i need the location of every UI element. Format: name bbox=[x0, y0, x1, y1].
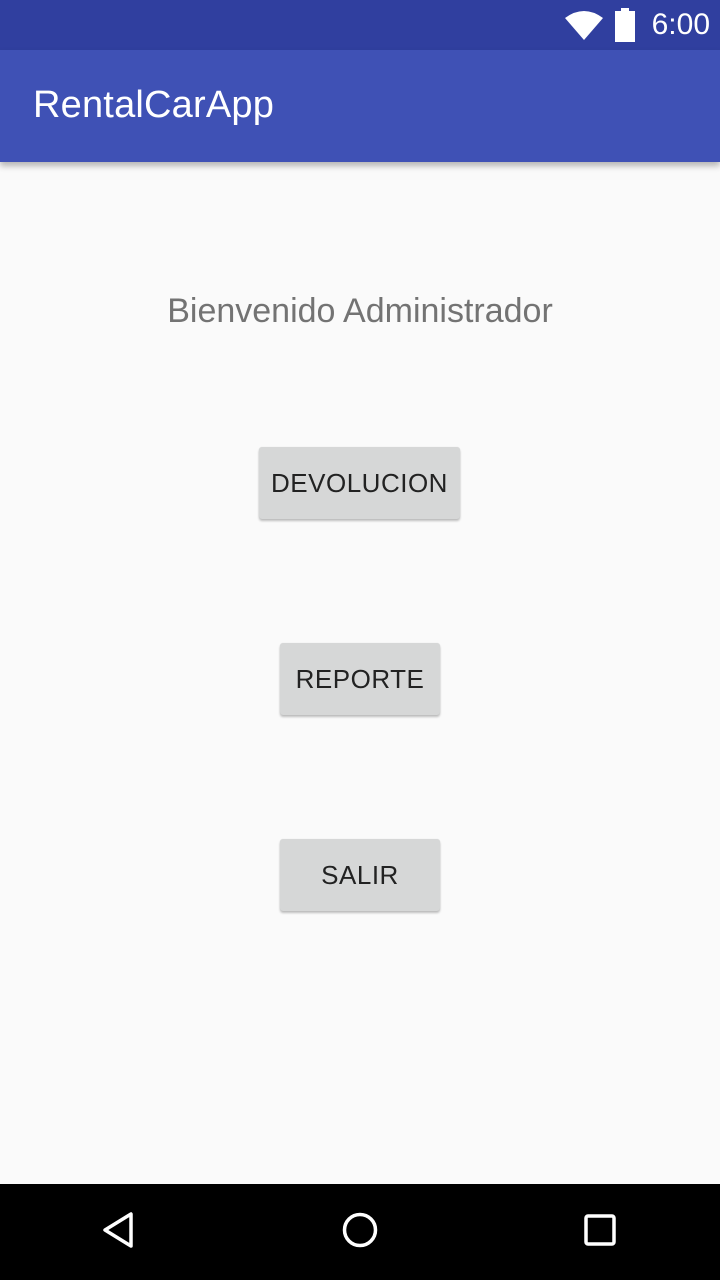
app-bar: RentalCarApp bbox=[0, 50, 720, 162]
navigation-bar bbox=[0, 1184, 720, 1280]
app-title: RentalCarApp bbox=[33, 84, 275, 126]
status-bar: 6:00 bbox=[0, 0, 720, 50]
reporte-button[interactable]: REPORTE bbox=[280, 643, 440, 715]
devolucion-button[interactable]: DEVOLUCION bbox=[259, 447, 460, 519]
recents-button[interactable] bbox=[570, 1202, 630, 1262]
main-content: Bienvenido Administrador DEVOLUCION REPO… bbox=[0, 162, 720, 1184]
status-clock: 6:00 bbox=[651, 8, 710, 41]
wifi-icon bbox=[564, 10, 604, 40]
home-icon bbox=[340, 1210, 380, 1255]
battery-icon bbox=[614, 8, 636, 42]
salir-button[interactable]: SALIR bbox=[280, 839, 440, 911]
recents-icon bbox=[580, 1210, 620, 1255]
back-icon bbox=[100, 1210, 140, 1255]
back-button[interactable] bbox=[90, 1202, 150, 1262]
welcome-text: Bienvenido Administrador bbox=[167, 292, 553, 330]
status-icons: 6:00 bbox=[564, 0, 710, 50]
home-button[interactable] bbox=[330, 1202, 390, 1262]
